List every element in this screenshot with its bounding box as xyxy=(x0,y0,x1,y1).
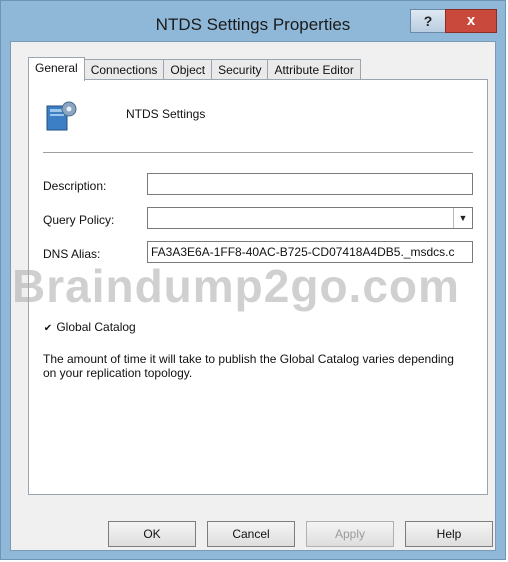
watermark: Braindump2go.com xyxy=(12,260,460,312)
tab-attribute-editor[interactable]: Attribute Editor xyxy=(267,59,361,80)
tab-general[interactable]: General xyxy=(28,57,85,81)
tab-object[interactable]: Object xyxy=(163,59,213,80)
close-button[interactable]: x xyxy=(445,9,497,33)
check-icon: ✔ xyxy=(43,323,53,334)
tab-connections[interactable]: Connections xyxy=(83,59,165,80)
help-button[interactable]: Help xyxy=(405,521,493,547)
global-catalog-checkbox[interactable]: ✔ Global Catalog xyxy=(43,320,136,334)
object-name: NTDS Settings xyxy=(126,107,206,121)
query-policy-label: Query Policy: xyxy=(43,213,115,227)
global-catalog-label: Global Catalog xyxy=(56,320,136,334)
tab-security[interactable]: Security xyxy=(211,59,269,80)
global-catalog-note: The amount of time it will take to publi… xyxy=(43,352,454,380)
ok-button[interactable]: OK xyxy=(108,521,196,547)
title-bar[interactable]: NTDS Settings Properties ? x xyxy=(1,1,505,41)
description-field[interactable] xyxy=(147,173,473,195)
properties-window: NTDS Settings Properties ? x General Con… xyxy=(0,0,506,560)
description-label: Description: xyxy=(43,179,107,193)
query-policy-dropdown[interactable]: ▼ xyxy=(147,207,473,229)
separator xyxy=(43,152,473,153)
cancel-button[interactable]: Cancel xyxy=(207,521,295,547)
apply-button[interactable]: Apply xyxy=(306,521,394,547)
dialog-buttons: OK Cancel Apply Help xyxy=(108,521,493,547)
ntds-settings-icon xyxy=(46,101,77,131)
tab-strip: General Connections Object Security Attr… xyxy=(28,57,361,81)
chevron-down-icon[interactable]: ▼ xyxy=(453,208,472,228)
help-title-button[interactable]: ? xyxy=(410,9,446,33)
